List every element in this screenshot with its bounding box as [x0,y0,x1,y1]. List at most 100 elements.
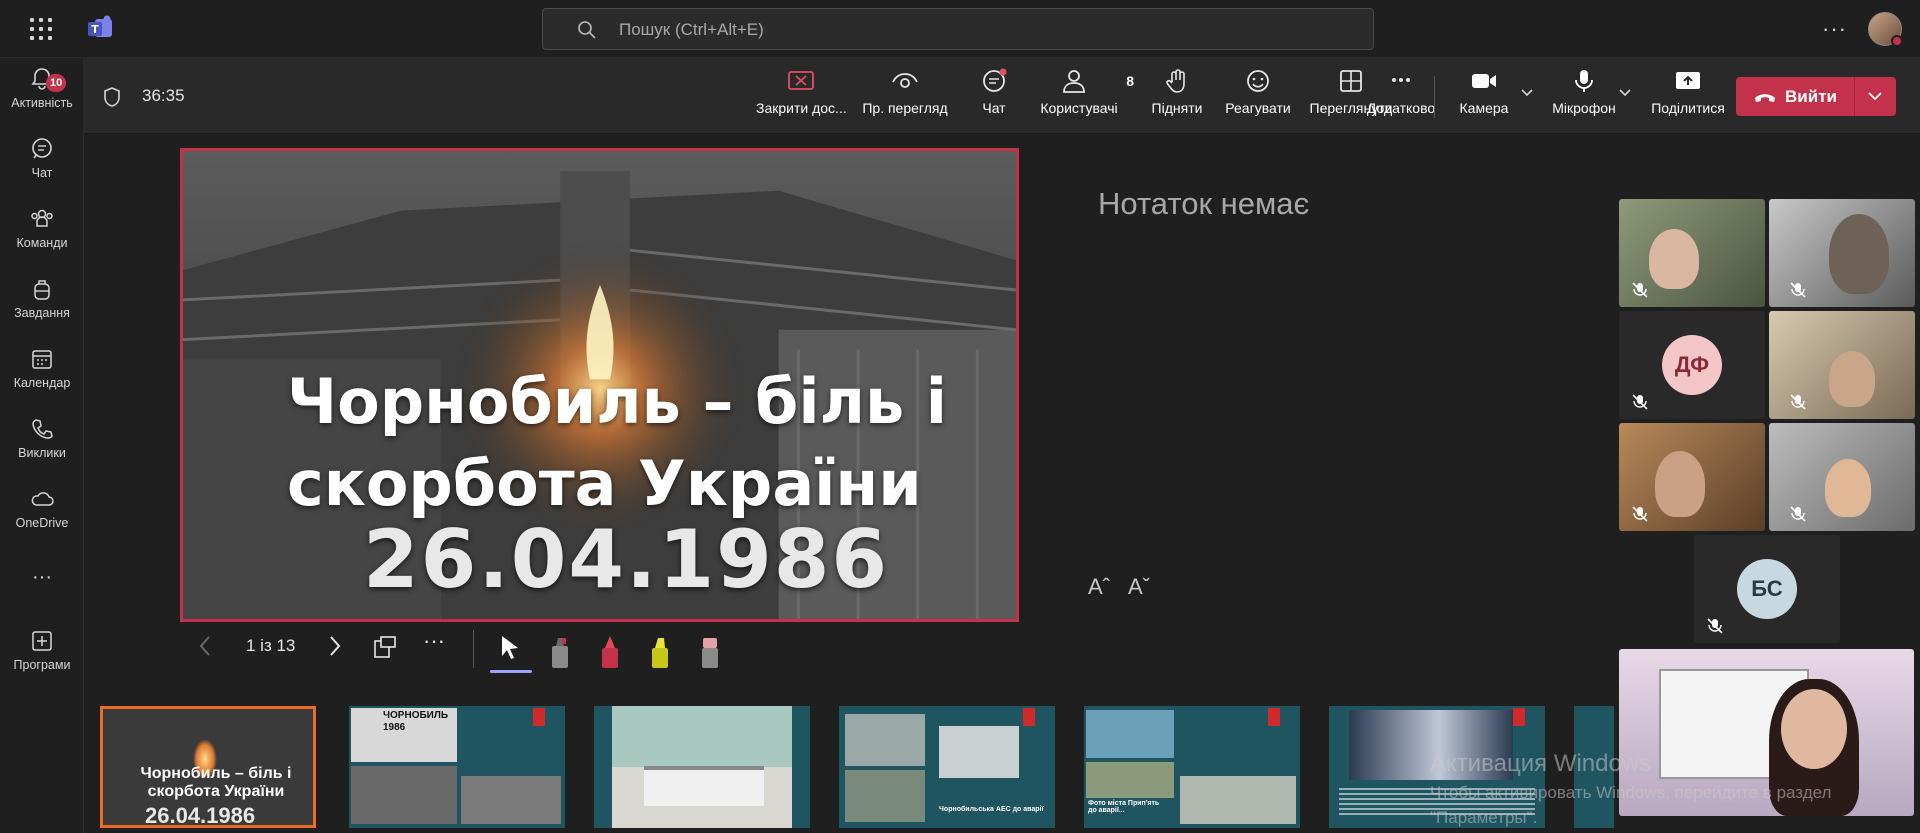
slide-thumbnail-4[interactable]: Чорнобильська АЕС до аварії [839,706,1055,828]
user-avatar[interactable] [1868,12,1903,47]
chat-icon [32,138,52,159]
participant-video-tile[interactable] [1619,199,1765,307]
rail-label: Чат [31,166,53,180]
teams-logo-icon: T [88,15,112,37]
chat-button[interactable]: Чат [964,68,1024,128]
toolbar-divider [1434,76,1435,118]
thumb2-year: 1986 [383,722,406,733]
chat-icon [983,68,1007,92]
thumb-photo [1086,762,1174,798]
rail-item-calendar[interactable]: Календар [0,346,84,408]
activity-badge: 10 [46,74,67,92]
rail-item-activity[interactable]: 10 Активність [0,66,84,128]
settings-more-button[interactable]: ··· [1822,16,1847,42]
participant-video-tile[interactable] [1769,423,1915,531]
thumb-photo [1086,710,1174,758]
rail-item-teams[interactable]: Команди [0,206,84,268]
rail-label: OneDrive [15,516,69,530]
laser-pointer-icon[interactable] [498,634,522,662]
camera-button[interactable]: Камера [1446,68,1522,128]
microphone-label: Мікрофон [1552,100,1616,116]
stop-sharing-button[interactable]: Закрити дос... [756,68,847,128]
participant-face [1829,214,1889,294]
eye-icon [892,73,918,88]
notes-empty-text: Нотаток немає [1098,186,1310,221]
camera-options-chevron-icon[interactable] [1520,88,1534,98]
thumb-photo [461,776,561,824]
highlighter-icon[interactable] [648,634,672,670]
smiley-icon [1247,70,1269,92]
thumb-title-line2: скорбота України [147,783,285,800]
more-apps-icon: ··· [32,566,52,588]
rail-item-chat[interactable]: Чат [0,136,84,198]
rail-item-onedrive[interactable]: OneDrive [0,486,84,548]
mic-muted-icon [1632,506,1648,522]
preview-button[interactable]: Пр. перегляд [860,68,950,128]
thumb-photo [845,714,925,766]
participant-video-tile[interactable] [1769,199,1915,307]
next-slide-icon[interactable] [328,634,342,658]
app-launcher-icon[interactable] [30,18,52,40]
slide-thumbnail-2[interactable]: ЧОРНОБИЛЬ 1986 [349,706,565,828]
microphone-button[interactable]: Мікрофон [1540,68,1628,128]
rail-label: Календар [13,376,71,390]
slide-thumbnail-5[interactable]: Фото міста Прип'ять до аварії... [1084,706,1300,828]
increase-font-button[interactable]: Aˆ [1088,574,1110,600]
eraser-pen-icon[interactable] [548,634,572,670]
thumb-photo [1180,776,1296,824]
shield-icon[interactable] [102,86,122,108]
self-face [1781,689,1847,769]
eraser-icon[interactable] [698,634,722,670]
rail-item-more[interactable]: ··· [0,566,84,628]
participant-initials: ДФ [1662,335,1722,395]
raise-hand-label: Підняти [1151,100,1203,116]
slide-grid-icon[interactable] [372,634,398,660]
search-input[interactable]: Пошук (Ctrl+Alt+E) [542,8,1374,50]
slide-thumbnail-3[interactable] [594,706,810,828]
activation-watermark-text: Чтобы активировать Windows, перейдите в … [1430,783,1832,802]
thumb-title-line1: Чорнобиль – біль і [140,765,292,782]
share-tray-icon [1676,72,1700,89]
red-pen-icon[interactable] [598,634,622,670]
slide-more-button[interactable]: ··· [423,628,445,654]
thumb4-caption: Чорнобильська АЕС до аварії [939,806,1044,813]
thumb-photo [845,770,925,822]
presentation-slide: Чорнобиль – біль і скорбота України 26.0… [180,148,1019,622]
people-button[interactable]: 8 Користувачі [1024,68,1134,128]
slide-counter: 1 із 13 [246,636,296,655]
camera-label: Камера [1459,100,1509,116]
rail-item-assignments[interactable]: Завдання [0,276,84,338]
previous-slide-icon[interactable] [198,634,212,658]
stop-sharing-label: Закрити дос... [756,100,847,116]
decrease-font-button[interactable]: Aˇ [1128,574,1150,600]
participant-avatar-tile[interactable]: ДФ [1619,311,1765,419]
raise-hand-button[interactable]: Підняти [1142,68,1212,128]
mic-muted-icon [1707,618,1723,634]
thumb-date: 26.04.1986 [145,803,256,828]
thumb-red-tag [1023,708,1035,726]
participant-avatar-tile[interactable]: БС [1694,535,1840,643]
rail-item-apps[interactable]: Програми [0,628,84,690]
cloud-icon [31,492,54,506]
participant-initials: БС [1737,559,1797,619]
more-actions-button[interactable]: Додатково [1346,68,1456,128]
calendar-icon [32,350,52,369]
participant-video-tile[interactable] [1619,423,1765,531]
hand-icon [1166,69,1185,93]
preview-label: Пр. перегляд [862,100,948,116]
leave-button[interactable]: Вийти [1736,77,1896,116]
activation-watermark-title: Активация Windows [1430,750,1652,777]
microphone-icon [1575,70,1593,92]
phone-icon [32,419,53,439]
leave-options-chevron-icon[interactable] [1866,88,1884,104]
rail-item-calls[interactable]: Виклики [0,416,84,478]
react-button[interactable]: Реагувати [1218,68,1298,128]
participant-face [1825,459,1871,517]
mic-options-chevron-icon[interactable] [1618,88,1632,98]
participant-video-tile[interactable] [1769,311,1915,419]
slide-thumbnail-1[interactable]: Чорнобиль – біль і скорбота України 26.0… [100,706,316,828]
mic-muted-icon [1790,506,1806,522]
participant-face [1649,229,1699,289]
slide-title-line1: Чорнобиль – біль і [287,365,948,438]
share-button[interactable]: Поділитися [1640,68,1736,128]
